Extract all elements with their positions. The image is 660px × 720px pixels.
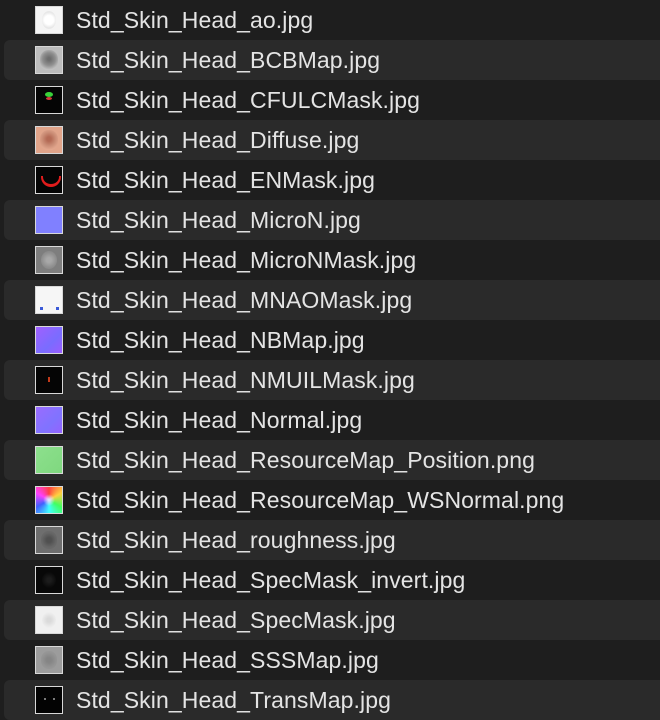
micronmask-thumbnail-icon	[35, 246, 63, 274]
file-row[interactable]: Std_Skin_Head_BCBMap.jpg	[4, 40, 660, 80]
file-row[interactable]: Std_Skin_Head_ResourceMap_WSNormal.png	[0, 480, 660, 520]
wsnormal-map-thumbnail-icon	[35, 486, 63, 514]
enmask-thumbnail-icon	[35, 166, 63, 194]
file-name: Std_Skin_Head_TransMap.jpg	[76, 687, 391, 713]
file-row[interactable]: Std_Skin_Head_MNAOMask.jpg	[4, 280, 660, 320]
file-row[interactable]: Std_Skin_Head_SpecMask.jpg	[4, 600, 660, 640]
file-name: Std_Skin_Head_NBMap.jpg	[76, 327, 365, 353]
file-name: Std_Skin_Head_MicroN.jpg	[76, 207, 361, 233]
file-name: Std_Skin_Head_SpecMask.jpg	[76, 607, 396, 633]
file-row[interactable]: Std_Skin_Head_CFULCMask.jpg	[0, 80, 660, 120]
sssmap-thumbnail-icon	[35, 646, 63, 674]
file-name: Std_Skin_Head_NMUILMask.jpg	[76, 367, 415, 393]
file-row[interactable]: Std_Skin_Head_TransMap.jpg	[4, 680, 660, 720]
file-row[interactable]: Std_Skin_Head_ResourceMap_Position.png	[4, 440, 660, 480]
normal-thumbnail-icon	[35, 406, 63, 434]
specmask-invert-thumbnail-icon	[35, 566, 63, 594]
file-name: Std_Skin_Head_Diffuse.jpg	[76, 127, 360, 153]
position-map-thumbnail-icon	[35, 446, 63, 474]
file-row[interactable]: Std_Skin_Head_SSSMap.jpg	[0, 640, 660, 680]
file-name: Std_Skin_Head_Normal.jpg	[76, 407, 363, 433]
roughness-thumbnail-icon	[35, 526, 63, 554]
file-name: Std_Skin_Head_SSSMap.jpg	[76, 647, 379, 673]
file-row[interactable]: Std_Skin_Head_SpecMask_invert.jpg	[0, 560, 660, 600]
file-name: Std_Skin_Head_ResourceMap_Position.png	[76, 447, 535, 473]
file-row[interactable]: Std_Skin_Head_NMUILMask.jpg	[4, 360, 660, 400]
file-name: Std_Skin_Head_SpecMask_invert.jpg	[76, 567, 466, 593]
nmuilmask-thumbnail-icon	[35, 366, 63, 394]
nbmap-thumbnail-icon	[35, 326, 63, 354]
file-row[interactable]: Std_Skin_Head_MicroNMask.jpg	[0, 240, 660, 280]
cfulcmask-thumbnail-icon	[35, 86, 63, 114]
transmap-thumbnail-icon	[35, 686, 63, 714]
file-row[interactable]: Std_Skin_Head_Normal.jpg	[0, 400, 660, 440]
file-name: Std_Skin_Head_ResourceMap_WSNormal.png	[76, 487, 565, 513]
file-name: Std_Skin_Head_ao.jpg	[76, 7, 314, 33]
file-name: Std_Skin_Head_ENMask.jpg	[76, 167, 376, 193]
file-name: Std_Skin_Head_MicroNMask.jpg	[76, 247, 417, 273]
micron-thumbnail-icon	[35, 206, 63, 234]
file-name: Std_Skin_Head_roughness.jpg	[76, 527, 396, 553]
file-name: Std_Skin_Head_BCBMap.jpg	[76, 47, 381, 73]
file-row[interactable]: Std_Skin_Head_Diffuse.jpg	[4, 120, 660, 160]
file-row[interactable]: Std_Skin_Head_roughness.jpg	[4, 520, 660, 560]
diffuse-thumbnail-icon	[35, 126, 63, 154]
file-row[interactable]: Std_Skin_Head_ENMask.jpg	[0, 160, 660, 200]
file-row[interactable]: Std_Skin_Head_NBMap.jpg	[0, 320, 660, 360]
bcbmap-thumbnail-icon	[35, 46, 63, 74]
file-row[interactable]: Std_Skin_Head_ao.jpg	[0, 0, 660, 40]
specmask-thumbnail-icon	[35, 606, 63, 634]
mnaomask-thumbnail-icon	[35, 286, 63, 314]
ao-thumbnail-icon	[35, 6, 63, 34]
file-name: Std_Skin_Head_CFULCMask.jpg	[76, 87, 421, 113]
file-list: Std_Skin_Head_ao.jpg Std_Skin_Head_BCBMa…	[0, 0, 660, 720]
file-name: Std_Skin_Head_MNAOMask.jpg	[76, 287, 413, 313]
file-row[interactable]: Std_Skin_Head_MicroN.jpg	[4, 200, 660, 240]
